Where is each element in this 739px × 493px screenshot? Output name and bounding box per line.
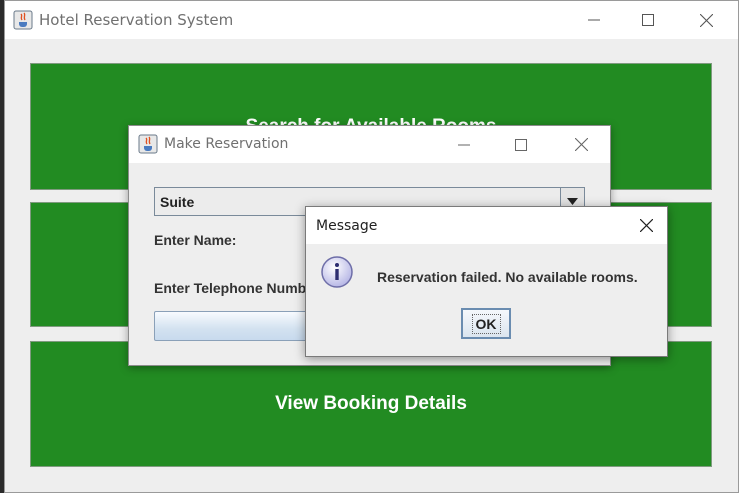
- close-icon: [574, 138, 588, 151]
- close-icon: [699, 13, 713, 27]
- reservation-minimize-button[interactable]: [441, 126, 487, 163]
- info-icon: [321, 256, 353, 288]
- ok-button[interactable]: OK: [461, 308, 511, 339]
- message-text: Reservation failed. No available rooms.: [377, 269, 638, 285]
- message-titlebar[interactable]: Message: [306, 207, 667, 244]
- message-dialog: Message Reservation failed. No available…: [305, 206, 668, 357]
- minimize-icon: [588, 19, 600, 21]
- telephone-label: Enter Telephone Number:: [154, 280, 325, 296]
- maximize-button[interactable]: [625, 1, 671, 39]
- name-label: Enter Name:: [154, 232, 237, 248]
- view-booking-label: View Booking Details: [275, 393, 467, 414]
- reservation-close-button[interactable]: [558, 126, 604, 163]
- reservation-maximize-button[interactable]: [498, 126, 544, 163]
- close-button[interactable]: [683, 1, 729, 39]
- maximize-icon: [642, 14, 654, 26]
- ok-label: OK: [471, 313, 501, 334]
- reservation-titlebar[interactable]: Make Reservation: [129, 126, 610, 163]
- main-titlebar[interactable]: Hotel Reservation System: [5, 1, 738, 39]
- java-app-icon: [13, 10, 33, 30]
- maximize-icon: [515, 138, 527, 151]
- message-close-button[interactable]: [623, 207, 669, 244]
- message-title: Message: [316, 218, 378, 234]
- java-app-icon: [138, 134, 158, 154]
- reservation-window-title: Make Reservation: [164, 136, 289, 152]
- close-icon: [639, 219, 653, 232]
- chevron-down-icon: [567, 198, 578, 205]
- minimize-icon: [458, 144, 470, 145]
- window-title: Hotel Reservation System: [39, 11, 234, 29]
- minimize-button[interactable]: [571, 1, 617, 39]
- room-type-value: Suite: [160, 194, 195, 210]
